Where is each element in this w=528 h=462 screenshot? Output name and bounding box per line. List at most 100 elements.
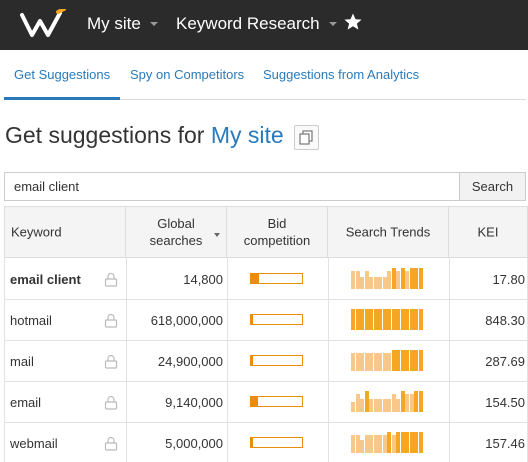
trend-bar [360,277,364,289]
trend-bar [373,435,378,453]
column-header-search-trends[interactable]: Search Trends [328,206,449,258]
trend-bar [373,353,378,371]
copy-icon [299,130,313,145]
global-searches-cell: 618,000,000 [150,313,223,328]
column-header-global-searches[interactable]: Global searches [126,206,227,258]
kei-cell: 287.69 [485,354,525,369]
trend-bar [396,309,400,330]
keyword-cell: email [10,395,42,410]
column-header-search-trends-label: Search Trends [345,224,431,240]
column-header-global-searches-line1: Global [157,216,195,231]
trend-bar [405,350,409,371]
trend-bar [382,435,387,453]
logo-icon[interactable] [20,9,68,39]
star-icon[interactable] [343,12,363,32]
column-header-bid-line2: competition [243,233,311,248]
trend-bar [387,309,391,330]
trend-bar [382,309,387,330]
trend-bar [400,350,405,371]
trend-bar [351,309,355,330]
trend-bar [364,271,369,289]
table-row[interactable]: webmail 5,000,000 157.46 [4,423,528,462]
trend-bar [360,353,364,371]
trend-bar [400,432,405,453]
column-header-bid-competition[interactable]: Bid competition [227,206,328,258]
kei-cell: 157.46 [485,436,525,451]
column-header-keyword[interactable]: Keyword [4,206,126,258]
column-header-bid-line1: Bid [267,216,287,231]
trend-bar [355,394,360,412]
search-trend-chart [351,349,423,371]
search-trend-chart [351,431,423,453]
bid-competition-fill [251,356,253,365]
lock-icon[interactable] [104,313,118,328]
trend-bar [418,309,423,330]
table-row[interactable]: hotmail 618,000,000 848.30 [4,300,528,341]
copy-button[interactable] [294,125,319,150]
trend-bar [355,353,360,371]
trend-bar [405,309,409,330]
trend-bar [414,391,418,412]
trend-bar [418,432,423,453]
bid-competition-fill [251,438,253,447]
trend-bar [351,402,355,412]
trend-bar [364,353,369,371]
trend-bar [351,353,355,371]
page-title-site-link[interactable]: My site [211,122,284,148]
chevron-down-icon [328,21,337,26]
table-row[interactable]: email 9,140,000 154.50 [4,382,528,423]
lock-icon[interactable] [104,395,118,410]
trend-bar [391,309,396,330]
lock-icon[interactable] [104,436,118,451]
tab-get-suggestions[interactable]: Get Suggestions [4,50,120,100]
trend-bar [414,350,418,371]
trend-bar [378,309,382,330]
trend-bar [400,309,405,330]
global-searches-cell: 9,140,000 [165,395,223,410]
trend-bar [405,271,409,289]
tab-suggestions-from-analytics[interactable]: Suggestions from Analytics [263,50,419,100]
table-row[interactable]: mail 24,900,000 287.69 [4,341,528,382]
nav-section-label: Keyword Research [176,14,320,33]
tab-spy-on-competitors[interactable]: Spy on Competitors [130,50,244,100]
trend-bar [351,435,355,453]
trend-bar [409,350,414,371]
trend-bar [396,350,400,371]
bid-competition-bar [250,273,303,284]
trend-bar [400,391,405,412]
trend-bar [391,268,396,289]
trend-bar [378,399,382,412]
search-input[interactable] [4,172,460,201]
page-title-prefix: Get suggestions for [5,122,211,148]
search-trend-chart [351,390,423,412]
lock-icon[interactable] [104,272,118,287]
trend-bar [378,435,382,453]
trend-bar [387,271,391,289]
search-button[interactable]: Search [459,172,526,201]
nav-section-dropdown[interactable]: Keyword Research [176,0,337,50]
trend-bar [396,399,400,412]
trend-bar [409,432,414,453]
trend-bar [360,309,364,330]
bid-competition-fill [251,315,253,324]
trend-bar [396,432,400,453]
column-header-kei-label: KEI [477,224,499,240]
trend-bar [373,399,378,412]
trend-bar [373,309,378,330]
trend-bar [400,268,405,289]
nav-site-dropdown[interactable]: My site [87,0,158,50]
bid-competition-fill [251,397,258,406]
kei-cell: 848.30 [485,313,525,328]
trend-bar [418,350,423,371]
table-row[interactable]: email client 14,800 17.80 [4,259,528,300]
bid-competition-bar [250,437,303,448]
column-header-bid-competition-label: Bid competition [227,215,327,249]
trend-bar [414,432,418,453]
trend-bar [409,309,414,330]
column-header-kei[interactable]: KEI [449,206,528,258]
lock-icon[interactable] [104,354,118,369]
search-trend-chart [351,267,423,289]
column-header-global-searches-label: Global searches [126,215,226,249]
chevron-down-icon [149,21,158,26]
bid-competition-bar [250,355,303,366]
